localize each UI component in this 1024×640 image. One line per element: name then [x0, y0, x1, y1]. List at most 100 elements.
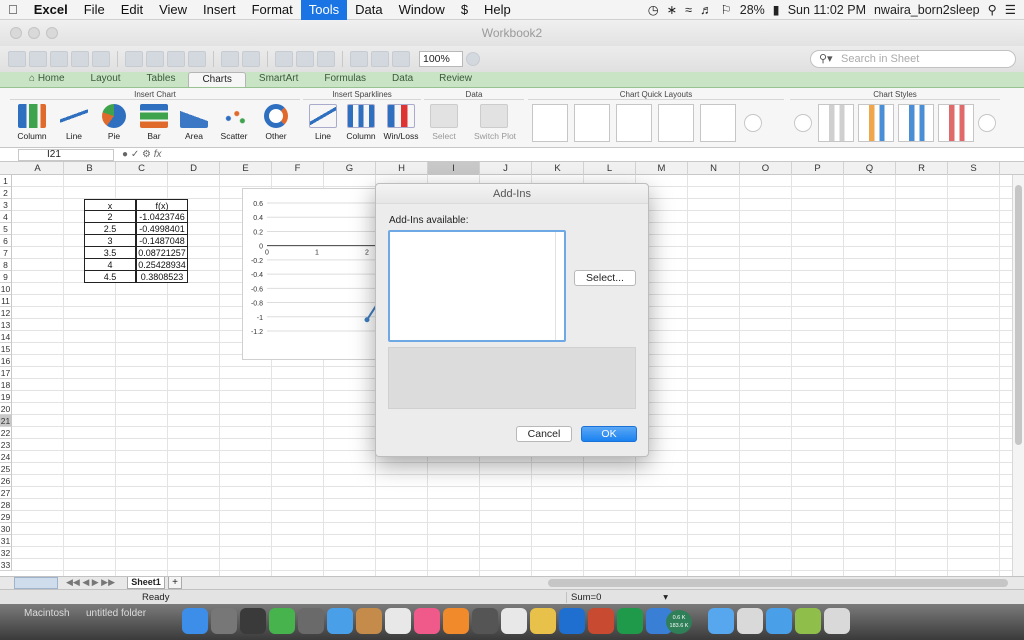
- row-header[interactable]: 23: [0, 439, 12, 451]
- select-button[interactable]: Select...: [574, 270, 636, 286]
- column-header[interactable]: K: [532, 162, 584, 175]
- quick-layout-5[interactable]: [700, 104, 736, 142]
- quick-layout-4[interactable]: [658, 104, 694, 142]
- function-icon[interactable]: [350, 51, 368, 67]
- row-header[interactable]: 14: [0, 331, 12, 343]
- chart-style-1[interactable]: [818, 104, 854, 142]
- script-icon[interactable]: $: [453, 0, 476, 20]
- sheet-nav-arrows[interactable]: ◀◀ ◀ ▶ ▶▶: [66, 577, 115, 588]
- zoom-select[interactable]: 100%: [419, 51, 463, 67]
- tab-home[interactable]: ⌂ Home: [16, 72, 78, 87]
- desktop-disk-label[interactable]: Macintosh: [24, 608, 70, 619]
- column-header[interactable]: R: [896, 162, 948, 175]
- facetime-icon[interactable]: [269, 608, 295, 634]
- column-header[interactable]: O: [740, 162, 792, 175]
- column-chart-button[interactable]: Column: [12, 104, 52, 144]
- tab-data[interactable]: Data: [379, 72, 426, 87]
- table-cell[interactable]: 3: [84, 235, 136, 247]
- menu-file[interactable]: File: [76, 0, 113, 20]
- row-header[interactable]: 18: [0, 379, 12, 391]
- quick-layout-1[interactable]: [532, 104, 568, 142]
- row-header[interactable]: 11: [0, 295, 12, 307]
- styles-prev-button[interactable]: [794, 114, 812, 132]
- menu-data[interactable]: Data: [347, 0, 390, 20]
- sparkline-winloss-button[interactable]: Win/Loss: [381, 104, 421, 144]
- row-header[interactable]: 8: [0, 259, 12, 271]
- table-cell[interactable]: 4: [84, 259, 136, 271]
- ok-button[interactable]: OK: [581, 426, 637, 442]
- quick-layout-2[interactable]: [574, 104, 610, 142]
- photos-icon[interactable]: [530, 608, 556, 634]
- time-machine-icon[interactable]: ◷: [648, 2, 659, 17]
- row-header[interactable]: 4: [0, 211, 12, 223]
- column-header[interactable]: P: [792, 162, 844, 175]
- sparkline-column-button[interactable]: Column: [341, 104, 381, 144]
- row-header[interactable]: 1: [0, 175, 12, 187]
- finder-icon[interactable]: [182, 608, 208, 634]
- bar-chart-button[interactable]: Bar: [134, 104, 174, 144]
- styles-next-button[interactable]: [978, 114, 996, 132]
- row-header[interactable]: 17: [0, 367, 12, 379]
- pie-chart-button[interactable]: Pie: [94, 104, 134, 144]
- area-chart-button[interactable]: Area: [174, 104, 214, 144]
- tab-review[interactable]: Review: [426, 72, 485, 87]
- filter-icon[interactable]: [317, 51, 335, 67]
- column-header[interactable]: G: [324, 162, 376, 175]
- menu-tools[interactable]: Tools: [300, 0, 348, 20]
- downloads-icon[interactable]: [766, 608, 792, 634]
- chart-style-4[interactable]: [938, 104, 974, 142]
- network-monitor-icon[interactable]: 0.6 K 183.6 K: [666, 610, 692, 634]
- data-point[interactable]: [364, 317, 370, 323]
- menu-insert[interactable]: Insert: [195, 0, 244, 20]
- row-header[interactable]: 15: [0, 343, 12, 355]
- row-header[interactable]: 22: [0, 427, 12, 439]
- column-header[interactable]: D: [168, 162, 220, 175]
- column-header[interactable]: B: [64, 162, 116, 175]
- apple-icon[interactable]: : [0, 0, 26, 20]
- column-header[interactable]: J: [480, 162, 532, 175]
- table-cell[interactable]: 4.5: [84, 271, 136, 283]
- save-icon[interactable]: [71, 51, 89, 67]
- print-icon[interactable]: [92, 51, 110, 67]
- row-header[interactable]: 6: [0, 235, 12, 247]
- row-header[interactable]: 24: [0, 451, 12, 463]
- system-prefs-icon[interactable]: [472, 608, 498, 634]
- toolbox-icon[interactable]: [392, 51, 410, 67]
- column-header[interactable]: E: [220, 162, 272, 175]
- chart-style-3[interactable]: [898, 104, 934, 142]
- menu-help[interactable]: Help: [476, 0, 519, 20]
- launchpad-icon[interactable]: [211, 608, 237, 634]
- mail-icon[interactable]: [298, 608, 324, 634]
- fx-icon[interactable]: fx: [154, 149, 162, 160]
- tab-charts[interactable]: Charts: [188, 72, 246, 87]
- paste-icon[interactable]: [167, 51, 185, 67]
- table-cell[interactable]: 0.08721257: [136, 247, 188, 259]
- quick-layout-3[interactable]: [616, 104, 652, 142]
- flag-icon[interactable]: ⚐: [721, 2, 732, 17]
- ibooks-icon[interactable]: [443, 608, 469, 634]
- column-header[interactable]: M: [636, 162, 688, 175]
- tab-smartart[interactable]: SmartArt: [246, 72, 311, 87]
- calendar-icon[interactable]: [385, 608, 411, 634]
- switch-plot-button[interactable]: Switch Plot: [474, 104, 516, 144]
- table-cell[interactable]: -1.0423746: [136, 211, 188, 223]
- row-header[interactable]: 26: [0, 475, 12, 487]
- word-icon[interactable]: [559, 608, 585, 634]
- list-icon[interactable]: ☰: [1005, 2, 1016, 17]
- excel-icon[interactable]: [617, 608, 643, 634]
- menu-format[interactable]: Format: [244, 0, 301, 20]
- menu-view[interactable]: View: [151, 0, 195, 20]
- row-header[interactable]: 20: [0, 403, 12, 415]
- column-header[interactable]: I: [428, 162, 480, 175]
- safari-icon[interactable]: [327, 608, 353, 634]
- row-header[interactable]: 9: [0, 271, 12, 283]
- table-cell[interactable]: 0.25428934: [136, 259, 188, 271]
- column-header[interactable]: L: [584, 162, 636, 175]
- vertical-scroll-thumb[interactable]: [1015, 185, 1022, 445]
- preview-icon[interactable]: [501, 608, 527, 634]
- list-scrollbar[interactable]: [555, 232, 564, 340]
- chart-style-2[interactable]: [858, 104, 894, 142]
- add-sheet-button[interactable]: +: [168, 577, 182, 589]
- row-header[interactable]: 27: [0, 487, 12, 499]
- documents-icon[interactable]: [737, 608, 763, 634]
